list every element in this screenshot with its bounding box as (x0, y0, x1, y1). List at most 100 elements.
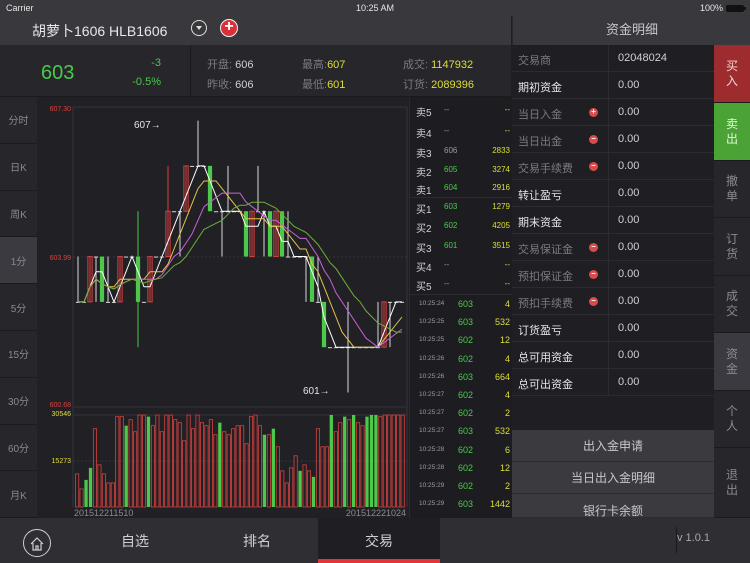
tick-volume: 2 (504, 408, 510, 419)
bank-card-balance-button[interactable]: 银行卡余额 (512, 494, 714, 518)
tick-volume: 4 (504, 353, 510, 364)
fund-value: 0.00 (618, 106, 640, 118)
logout-button[interactable]: 退 出 (714, 448, 750, 518)
fund-label: 当日出金 (518, 136, 562, 148)
volume-bar (338, 422, 343, 508)
book-volume: 2833 (492, 146, 510, 155)
period-tab[interactable]: 月K (0, 471, 37, 519)
field-label: 订货: (403, 79, 429, 91)
tab-trade[interactable]: 交易 (318, 518, 440, 563)
last-price: 603 (41, 62, 75, 84)
volume-bar (302, 464, 307, 508)
tick-row: 10:25:29 603 1442 (410, 496, 513, 514)
sell-button[interactable]: 卖 出 (714, 103, 750, 161)
volume-bar (218, 422, 222, 507)
book-volume: 3274 (492, 165, 510, 174)
tick-time: 10:25:26 (419, 372, 445, 380)
volume-bar (115, 416, 120, 508)
volume-bar (208, 419, 213, 508)
field-label: 开盘: (207, 59, 233, 71)
trades-button[interactable]: 成 交 (714, 276, 750, 333)
dropdown-icon[interactable] (191, 20, 207, 36)
version-label: v 1.0.1 (677, 532, 711, 544)
kline-chart[interactable]: 607.30 603.99 600.68 30546 15273 607→ 60… (37, 97, 409, 518)
tick-time: 10:25:28 (419, 463, 445, 471)
daily-transfer-detail-button[interactable]: 当日出入金明细 (512, 462, 714, 494)
tick-row: 10:25:26 602 4 (410, 351, 513, 369)
volume-bar (347, 419, 352, 508)
volume-bar (101, 473, 106, 508)
orders-button[interactable]: 订 货 (714, 218, 750, 276)
divider (608, 288, 609, 315)
price-change: -3 (151, 57, 161, 69)
volume-bar (275, 446, 280, 508)
volume-bar (374, 415, 378, 507)
tick-time: 10:25:25 (419, 318, 445, 326)
tick-row: 10:25:27 602 2 (410, 405, 513, 423)
period-tab[interactable]: 30分 (0, 378, 37, 425)
period-tab[interactable]: 周K (0, 191, 37, 238)
add-favorite-icon[interactable]: + (220, 19, 238, 37)
tab-watchlist[interactable]: 自选 (74, 518, 196, 563)
volume-bar (97, 464, 102, 508)
fund-value: 0.00 (618, 295, 640, 307)
buy-button[interactable]: 买 入 (714, 45, 750, 103)
quote-open: 开盘: 606 (207, 56, 253, 72)
tick-price: 602 (458, 481, 474, 491)
book-price: -- (444, 105, 450, 114)
ask-row: 卖5 -- -- (410, 101, 513, 120)
book-side: 买1 (416, 205, 432, 216)
candle-body (267, 211, 273, 257)
period-tab[interactable]: 60分 (0, 425, 37, 472)
tick-time: 10:25:28 (419, 445, 445, 453)
battery-percent: 100% (699, 3, 723, 13)
field-value: 601 (327, 79, 346, 91)
period-tab[interactable]: 日K (0, 144, 37, 191)
period-tab[interactable]: 5分 (0, 284, 37, 331)
book-side: 卖5 (416, 108, 432, 119)
period-tab[interactable]: 分时 (0, 97, 37, 144)
x-label-start: 201512211510 (74, 508, 133, 518)
volume-bar (249, 416, 254, 508)
cancel-order-button[interactable]: 撤 单 (714, 161, 750, 218)
book-volume: -- (504, 105, 510, 114)
fund-row: 转让盈亏 0.00 (512, 180, 714, 207)
divider (608, 261, 609, 288)
tick-row: 10:25:27 603 532 (410, 423, 513, 441)
funds-button[interactable]: 资 金 (714, 333, 750, 391)
tab-ranking[interactable]: 排名 (196, 518, 318, 563)
fund-value: 0.00 (618, 349, 640, 361)
period-tab[interactable]: 15分 (0, 331, 37, 378)
tick-price: 602 (458, 390, 474, 400)
profile-button[interactable]: 个 人 (714, 391, 750, 448)
home-icon[interactable] (23, 529, 51, 557)
volume-bar (244, 443, 249, 508)
tick-price: 602 (458, 335, 474, 346)
fund-label: 交易手续费 (518, 163, 573, 175)
minus-badge-icon: − (589, 270, 598, 279)
book-side: 买2 (416, 224, 432, 235)
fund-value: 0.00 (618, 133, 640, 145)
fund-label: 预扣手续费 (518, 298, 573, 310)
divider (608, 234, 609, 261)
book-side: 卖3 (416, 149, 432, 160)
fund-row: 订货盈亏 0.00 (512, 315, 714, 342)
fund-value: 0.00 (618, 187, 640, 199)
fund-row: 期末资金 0.00 (512, 207, 714, 234)
volume-bar (128, 419, 133, 508)
volume-bar (231, 428, 236, 508)
bid-row: 买4 -- -- (410, 256, 513, 275)
volume-bar (329, 415, 333, 507)
funds-title: 资金明细 (605, 22, 658, 37)
field-label: 昨收: (207, 79, 233, 91)
divider (608, 153, 609, 180)
tick-row: 10:25:29 602 2 (410, 478, 513, 496)
tick-price: 603 (458, 499, 474, 510)
tick-volume: 1442 (489, 499, 510, 510)
period-tab-active[interactable]: 1分 (0, 237, 37, 285)
fund-value: 0.00 (618, 79, 640, 91)
tick-volume: 532 (494, 426, 510, 437)
tick-volume: 532 (494, 317, 510, 328)
deposit-withdraw-request-button[interactable]: 出入金申请 (512, 430, 714, 462)
book-price: 605 (444, 165, 458, 174)
